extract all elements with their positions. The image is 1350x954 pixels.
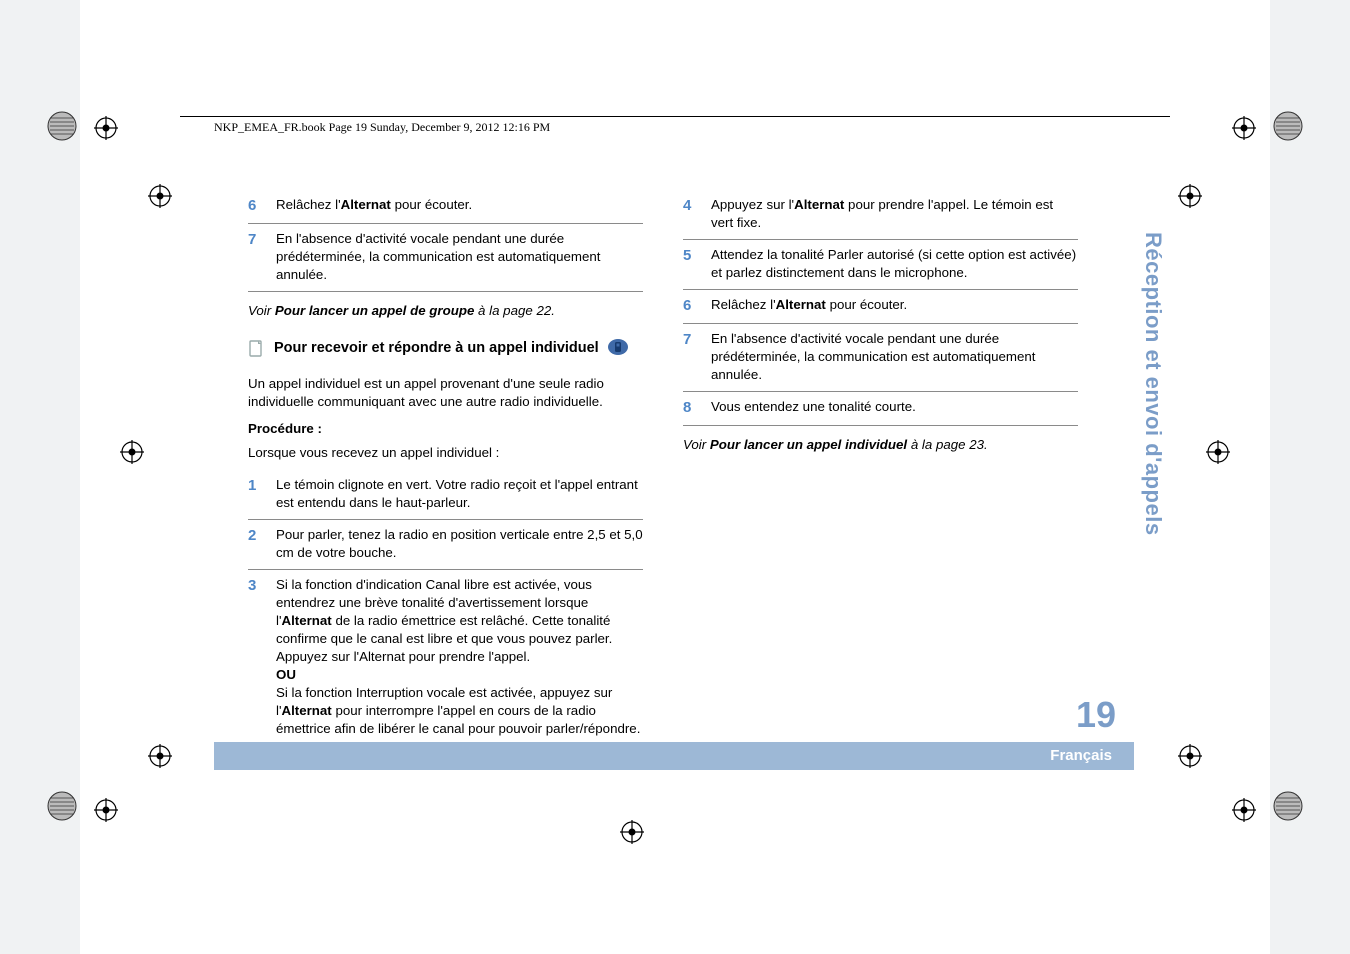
step-text: Appuyez sur l'Alternat pour prendre l'ap… bbox=[711, 196, 1078, 232]
language-tab: Français bbox=[214, 742, 1134, 770]
cross-reference: Voir Pour lancer un appel de groupe à la… bbox=[248, 302, 643, 320]
side-section-title: Réception et envoi d'appels bbox=[1140, 232, 1166, 536]
step-number: 4 bbox=[683, 196, 697, 232]
step-text: En l'absence d'activité vocale pendant u… bbox=[711, 330, 1078, 384]
step-text: Le témoin clignote en vert. Votre radio … bbox=[276, 476, 643, 512]
print-mark-icon bbox=[1272, 790, 1304, 822]
step-text: En l'absence d'activité vocale pendant u… bbox=[276, 230, 643, 284]
step-number: 7 bbox=[248, 230, 262, 284]
crosshair-icon bbox=[120, 440, 144, 464]
step-number: 5 bbox=[683, 246, 697, 282]
step-number: 3 bbox=[248, 576, 262, 737]
header-rule bbox=[180, 116, 1170, 117]
crosshair-icon bbox=[1232, 116, 1256, 140]
step-text: Relâchez l'Alternat pour écouter. bbox=[276, 196, 643, 216]
step-item: 8 Vous entendez une tonalité courte. bbox=[683, 392, 1078, 425]
print-mark-icon bbox=[1272, 110, 1304, 142]
crosshair-icon bbox=[148, 744, 172, 768]
cross-reference: Voir Pour lancer un appel individuel à l… bbox=[683, 436, 1078, 454]
step-number: 2 bbox=[248, 526, 262, 562]
step-number: 1 bbox=[248, 476, 262, 512]
crosshair-icon bbox=[148, 184, 172, 208]
step-number: 6 bbox=[683, 296, 697, 316]
step-item: 7 En l'absence d'activité vocale pendant… bbox=[683, 324, 1078, 391]
step-text: Relâchez l'Alternat pour écouter. bbox=[711, 296, 1078, 316]
divider bbox=[248, 291, 643, 292]
print-mark-icon bbox=[46, 110, 78, 142]
divider bbox=[683, 425, 1078, 426]
step-item: 5 Attendez la tonalité Parler autorisé (… bbox=[683, 240, 1078, 289]
page-body: 6 Relâchez l'Alternat pour écouter. 7 En… bbox=[248, 190, 1078, 746]
procedure-when: Lorsque vous recevez un appel individuel… bbox=[248, 444, 643, 462]
crosshair-icon bbox=[620, 820, 644, 844]
right-column: 4 Appuyez sur l'Alternat pour prendre l'… bbox=[683, 190, 1078, 746]
section-heading: Pour recevoir et répondre à un appel ind… bbox=[248, 338, 643, 365]
crosshair-icon bbox=[1178, 184, 1202, 208]
step-item: 2 Pour parler, tenez la radio en positio… bbox=[248, 520, 643, 569]
crosshair-icon bbox=[1232, 798, 1256, 822]
radio-icon bbox=[607, 338, 629, 363]
language-label: Français bbox=[1050, 747, 1112, 764]
crosshair-icon bbox=[94, 116, 118, 140]
left-column: 6 Relâchez l'Alternat pour écouter. 7 En… bbox=[248, 190, 643, 746]
step-item: 3 Si la fonction d'indication Canal libr… bbox=[248, 570, 643, 744]
section-title: Pour recevoir et répondre à un appel ind… bbox=[274, 338, 629, 363]
step-item: 6 Relâchez l'Alternat pour écouter. bbox=[683, 290, 1078, 323]
crosshair-icon bbox=[94, 798, 118, 822]
document-icon bbox=[248, 340, 264, 365]
page-number: 19 bbox=[1076, 694, 1116, 736]
step-text: Attendez la tonalité Parler autorisé (si… bbox=[711, 246, 1078, 282]
intro-text: Un appel individuel est un appel provena… bbox=[248, 375, 643, 411]
step-item: 6 Relâchez l'Alternat pour écouter. bbox=[248, 190, 643, 223]
step-item: 1 Le témoin clignote en vert. Votre radi… bbox=[248, 470, 643, 519]
print-mark-icon bbox=[46, 790, 78, 822]
crosshair-icon bbox=[1206, 440, 1230, 464]
step-item: 7 En l'absence d'activité vocale pendant… bbox=[248, 224, 643, 291]
step-item: 4 Appuyez sur l'Alternat pour prendre l'… bbox=[683, 190, 1078, 239]
step-text: Vous entendez une tonalité courte. bbox=[711, 398, 1078, 418]
print-header: NKP_EMEA_FR.book Page 19 Sunday, Decembe… bbox=[214, 120, 550, 135]
step-text: Si la fonction d'indication Canal libre … bbox=[276, 576, 643, 737]
crosshair-icon bbox=[1178, 744, 1202, 768]
step-text: Pour parler, tenez la radio en position … bbox=[276, 526, 643, 562]
step-number: 6 bbox=[248, 196, 262, 216]
step-number: 8 bbox=[683, 398, 697, 418]
step-number: 7 bbox=[683, 330, 697, 384]
procedure-label: Procédure : bbox=[248, 420, 643, 438]
